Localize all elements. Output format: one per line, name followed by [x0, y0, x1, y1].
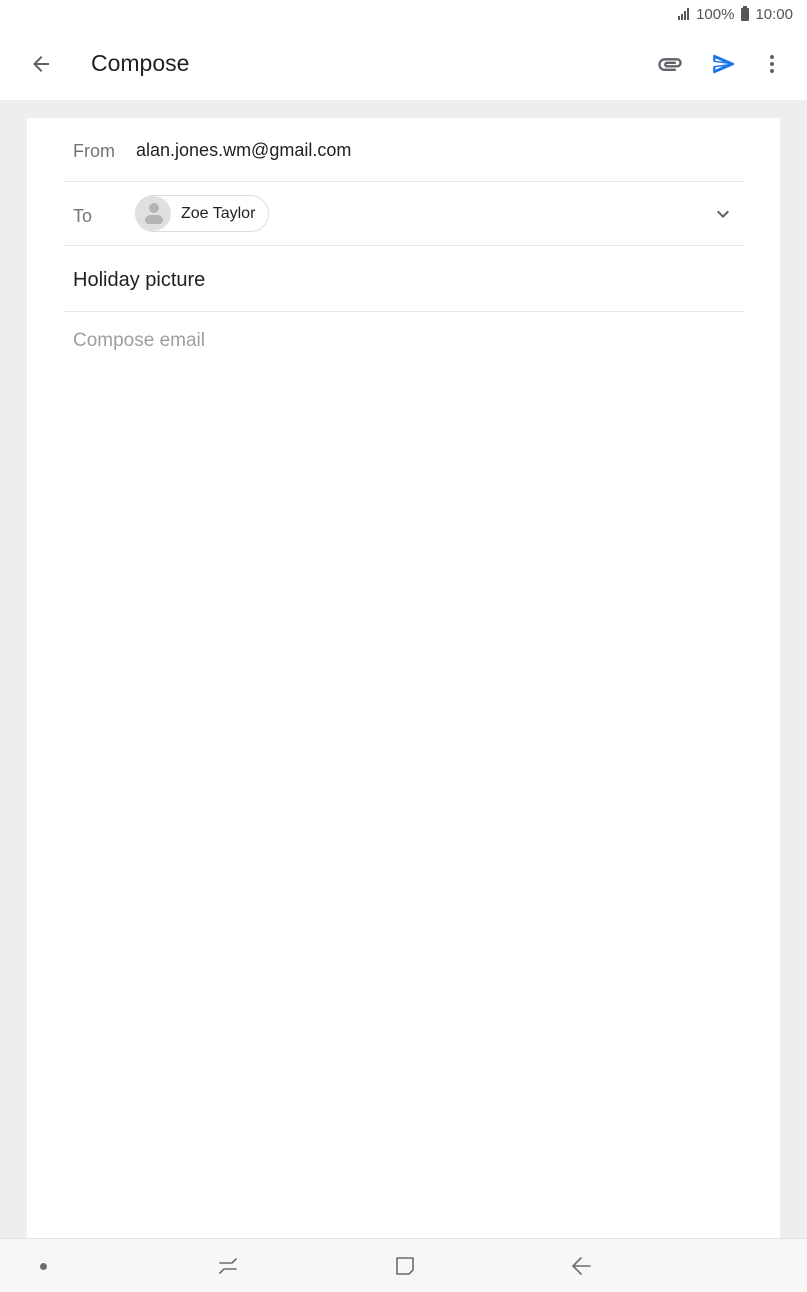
- battery-icon: [741, 5, 750, 21]
- home-icon: [396, 1257, 414, 1275]
- subject-row[interactable]: Holiday picture: [64, 246, 744, 312]
- recents-button[interactable]: [206, 1244, 250, 1288]
- recipient-name: Zoe Taylor: [181, 204, 256, 222]
- from-address[interactable]: alan.jones.wm@gmail.com: [136, 140, 351, 161]
- attach-button[interactable]: [646, 40, 694, 88]
- body-input[interactable]: [73, 330, 743, 1210]
- recipient-chip[interactable]: Zoe Taylor: [135, 195, 270, 232]
- paperclip-icon: [658, 58, 682, 71]
- to-row[interactable]: To Zoe Taylor: [64, 182, 744, 246]
- home-button[interactable]: [383, 1244, 427, 1288]
- nav-dot-icon[interactable]: [40, 1263, 47, 1270]
- send-button[interactable]: [700, 40, 748, 88]
- from-label: From: [73, 141, 115, 161]
- to-label: To: [73, 206, 93, 226]
- more-vert-icon: [770, 55, 774, 73]
- clock: 10:00: [755, 5, 793, 23]
- signal-icon: [678, 8, 690, 20]
- battery-percent: 100%: [696, 5, 735, 23]
- from-row: From alan.jones.wm@gmail.com: [64, 118, 744, 182]
- system-back-button[interactable]: [560, 1244, 604, 1288]
- send-icon: [713, 54, 735, 74]
- avatar: [136, 196, 171, 231]
- back-arrow-icon: [572, 1257, 591, 1275]
- more-options-button[interactable]: [748, 40, 796, 88]
- status-bar: 100% 10:00: [0, 0, 807, 28]
- back-button[interactable]: [17, 40, 65, 88]
- page-title: Compose: [91, 50, 190, 76]
- recents-icon: [219, 1258, 237, 1274]
- subject-field[interactable]: Holiday picture: [73, 269, 205, 292]
- expand-recipients-button[interactable]: [699, 190, 747, 238]
- arrow-back-icon: [33, 56, 49, 72]
- navigation-bar: [0, 1238, 807, 1292]
- chevron-down-icon: [717, 210, 729, 218]
- compose-card: From alan.jones.wm@gmail.com To Zoe Tayl…: [27, 118, 780, 1240]
- app-bar: Compose: [0, 28, 807, 100]
